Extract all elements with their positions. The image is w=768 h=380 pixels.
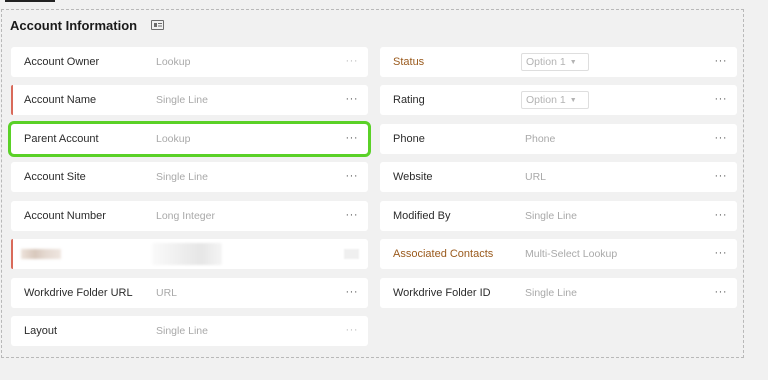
field-label: Workdrive Folder ID: [393, 287, 491, 299]
field-type: Single Line: [156, 325, 208, 337]
field-workdrive-folder-url[interactable]: Workdrive Folder URL URL ···: [11, 278, 368, 308]
account-information-section: Account Information Account Owner Lookup…: [1, 9, 744, 358]
field-type: URL: [525, 171, 547, 183]
more-options-icon[interactable]: ···: [715, 94, 728, 105]
section-title: Account Information: [10, 17, 138, 33]
field-type: URL: [156, 287, 178, 299]
more-options-icon[interactable]: ···: [715, 171, 728, 182]
field-label: Workdrive Folder URL: [24, 287, 133, 299]
field-account-name[interactable]: Account Name Single Line ···: [11, 85, 368, 115]
field-type: Long Integer: [156, 210, 215, 222]
section-header: Account Information: [10, 16, 165, 34]
field-account-owner[interactable]: Account Owner Lookup ···: [11, 47, 368, 77]
field-workdrive-folder-id[interactable]: Workdrive Folder ID Single Line ···: [380, 278, 737, 308]
rating-select[interactable]: Option 1 ▼: [521, 91, 589, 109]
more-options-icon[interactable]: ···: [715, 248, 728, 259]
field-type: Single Line: [525, 210, 577, 222]
field-status[interactable]: Status Option 1 ▼ ···: [380, 47, 737, 77]
more-options-icon[interactable]: ···: [346, 210, 359, 221]
field-type: Lookup: [156, 133, 191, 145]
more-options-icon[interactable]: ···: [346, 171, 359, 182]
redacted-value: [152, 243, 222, 265]
field-label: Parent Account: [24, 133, 99, 145]
field-type: Multi-Select Lookup: [525, 248, 618, 260]
more-options-icon[interactable]: ···: [715, 287, 728, 298]
field-modified-by[interactable]: Modified By Single Line ···: [380, 201, 737, 231]
more-options-icon[interactable]: ···: [346, 94, 359, 105]
field-account-site[interactable]: Account Site Single Line ···: [11, 162, 368, 192]
field-phone[interactable]: Phone Phone ···: [380, 124, 737, 154]
field-type: Single Line: [525, 287, 577, 299]
top-edge-marker: [5, 0, 55, 2]
more-options-icon[interactable]: ···: [346, 325, 359, 336]
redacted-menu: [344, 249, 359, 259]
field-label: Website: [393, 171, 433, 183]
field-label: Account Site: [24, 171, 86, 183]
field-label: Phone: [393, 133, 425, 145]
field-label: Associated Contacts: [393, 248, 494, 260]
field-label: Account Owner: [24, 56, 100, 68]
select-value: Option 1: [526, 94, 566, 106]
field-type: Single Line: [156, 171, 208, 183]
field-label: Account Number: [24, 210, 106, 222]
field-account-number[interactable]: Account Number Long Integer ···: [11, 201, 368, 231]
select-value: Option 1: [526, 56, 566, 68]
field-label: Modified By: [393, 210, 451, 222]
field-website[interactable]: Website URL ···: [380, 162, 737, 192]
field-label: Account Name: [24, 94, 97, 106]
more-options-icon[interactable]: ···: [715, 56, 728, 67]
more-options-icon[interactable]: ···: [715, 210, 728, 221]
more-options-icon[interactable]: ···: [346, 56, 359, 67]
field-rating[interactable]: Rating Option 1 ▼ ···: [380, 85, 737, 115]
chevron-down-icon: ▼: [569, 96, 577, 104]
field-label: Status: [393, 56, 425, 68]
more-options-icon[interactable]: ···: [715, 133, 728, 144]
field-label: Layout: [24, 325, 58, 337]
field-parent-account[interactable]: Parent Account Lookup ···: [8, 121, 371, 157]
status-select[interactable]: Option 1 ▼: [521, 53, 589, 71]
card-layout-icon[interactable]: [151, 20, 165, 30]
field-label: Rating: [393, 94, 425, 106]
more-options-icon[interactable]: ···: [346, 287, 359, 298]
field-type: Single Line: [156, 94, 208, 106]
field-type: Phone: [525, 133, 556, 145]
more-options-icon[interactable]: ···: [346, 133, 359, 144]
field-layout[interactable]: Layout Single Line ···: [11, 316, 368, 346]
field-type: Lookup: [156, 56, 191, 68]
field-redacted[interactable]: [11, 239, 368, 269]
field-associated-contacts[interactable]: Associated Contacts Multi-Select Lookup …: [380, 239, 737, 269]
redacted-label: [21, 249, 61, 259]
chevron-down-icon: ▼: [569, 58, 577, 66]
